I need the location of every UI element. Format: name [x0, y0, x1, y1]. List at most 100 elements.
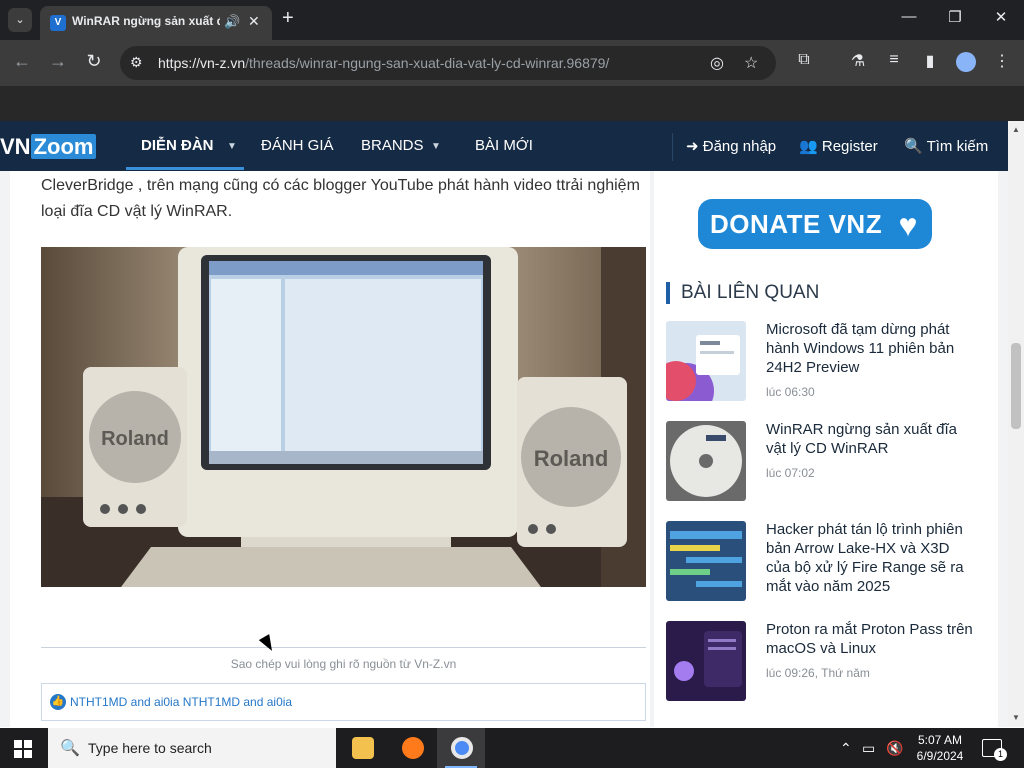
chrome-icon [451, 737, 473, 759]
extensions-puzzle-icon[interactable]: ⧉ [792, 51, 816, 69]
register-link[interactable]: 👥 Register [799, 137, 878, 155]
address-bar[interactable]: ⚙ https://vn-z.vn/threads/winrar-ngung-s… [120, 46, 776, 80]
caption-divider [41, 647, 646, 648]
speaker-icon[interactable]: 🔊 [224, 14, 240, 30]
related-item[interactable]: Hacker phát tán lộ trình phiên bản Arrow… [666, 521, 986, 603]
register-label: Register [821, 138, 878, 155]
brands-caret-icon[interactable]: ▼ [431, 141, 441, 152]
taskbar-search[interactable]: 🔍 Type here to search [48, 728, 336, 768]
forum-caret-icon[interactable]: ▼ [227, 141, 237, 152]
minimize-icon[interactable]: — [897, 8, 921, 25]
reload-icon[interactable]: ↻ [82, 51, 106, 72]
related-thumbnail[interactable] [666, 321, 746, 401]
logo-vn: VN [0, 134, 31, 159]
related-accent-bar [666, 282, 670, 304]
heart-icon: ♥ [898, 207, 918, 243]
search-label: Tìm kiếm [926, 138, 989, 155]
scroll-down-arrow-icon[interactable]: ▼ [1012, 713, 1020, 722]
related-item[interactable]: WinRAR ngừng sản xuất đĩa vật lý CD WinR… [666, 421, 986, 503]
donate-button[interactable]: DONATE VNZ ♥ [698, 199, 932, 249]
tab-search-chevron-icon[interactable]: ⌄ [8, 8, 32, 32]
speaker-left-label: Roland [101, 428, 169, 450]
scroll-up-arrow-icon[interactable]: ▲ [1012, 125, 1020, 134]
site-info-icon[interactable]: ⚙ [130, 54, 143, 71]
page-content: CleverBridge , trên mạng cũng có các blo… [0, 171, 1008, 727]
folder-icon [352, 737, 374, 759]
search-link[interactable]: 🔍 Tìm kiếm [904, 137, 988, 155]
firefox-icon [402, 737, 424, 759]
login-label: Đăng nhập [702, 138, 777, 155]
login-icon: ➜ [686, 138, 699, 155]
browser-tab[interactable]: V WinRAR ngừng sản xuất đĩa vật lý CD Wi… [40, 6, 272, 40]
chevron-up-icon[interactable]: ⌃ [840, 740, 852, 757]
like-icon: 👍 [50, 694, 66, 710]
side-panel-icon[interactable]: ▮ [918, 51, 942, 71]
windows-taskbar: 🔍 Type here to search ⌃ ▭ 🔇 5:07 AM 6/9/… [0, 728, 1024, 768]
vnzoom-logo[interactable]: VN Zoom [0, 134, 97, 160]
back-arrow-icon[interactable]: ← [10, 51, 34, 72]
nav-forum[interactable]: DIỄN ĐÀN [141, 137, 214, 154]
media-queue-icon[interactable]: ≡ [882, 51, 906, 69]
related-thumbnail[interactable] [666, 421, 746, 501]
taskbar-search-placeholder: Type here to search [88, 740, 212, 756]
related-thumbnail[interactable] [666, 521, 746, 601]
source-caption: Sao chép vui lòng ghi rõ nguồn từ Vn-Z.v… [230, 657, 457, 671]
related-time: lúc 07:02 [766, 466, 815, 480]
eye-slash-icon[interactable]: ◎ [710, 53, 724, 73]
notification-badge: 1 [994, 748, 1007, 761]
vnz-favicon-icon: V [50, 15, 66, 31]
related-thumbnail[interactable] [666, 621, 746, 701]
url-path: /threads/winrar-ngung-san-xuat-dia-vat-l… [245, 55, 610, 71]
volume-muted-icon[interactable]: 🔇 [886, 740, 903, 757]
related-item[interactable]: Proton ra mắt Proton Pass trên macOS và … [666, 621, 986, 703]
donate-label: DONATE VNZ [710, 209, 883, 239]
labs-flask-icon[interactable]: ⚗ [846, 51, 870, 71]
browser-toolbar: ← → ↻ ⚙ https://vn-z.vn/threads/winrar-n… [0, 40, 1024, 86]
scroll-thumb[interactable] [1011, 343, 1021, 429]
windows11-thumbnail-image [666, 321, 746, 401]
clock-date: 6/9/2024 [916, 749, 964, 763]
nav-divider [672, 133, 673, 161]
file-explorer-taskbar-button[interactable] [338, 728, 386, 768]
reactions-bar[interactable]: 👍 NTHT1MD and ai0ia NTHT1MD and ai0ia [41, 683, 646, 721]
network-icon[interactable]: ▭ [862, 740, 875, 757]
related-title[interactable]: WinRAR ngừng sản xuất đĩa vật lý CD WinR… [766, 420, 976, 458]
kebab-menu-icon[interactable]: ⋮ [990, 51, 1014, 71]
nav-review[interactable]: ĐÁNH GIÁ [261, 137, 334, 154]
related-title[interactable]: Microsoft đã tạm dừng phát hành Windows … [766, 320, 976, 377]
bookmark-star-icon[interactable]: ☆ [744, 53, 758, 73]
active-nav-underline [126, 167, 244, 170]
article-photo[interactable]: Roland Roland [41, 247, 646, 587]
article-column: CleverBridge , trên mạng cũng có các blo… [10, 171, 650, 727]
chrome-taskbar-button[interactable] [437, 728, 485, 768]
login-link[interactable]: ➜ Đăng nhập [686, 137, 776, 155]
speaker-right-label: Roland [534, 446, 609, 471]
clock-time: 5:07 AM [917, 733, 963, 747]
window-close-icon[interactable]: ✕ [989, 8, 1013, 26]
logo-zoom: Zoom [30, 134, 97, 159]
close-icon[interactable]: ✕ [248, 13, 260, 30]
retro-computer-image: Roland Roland [41, 247, 646, 587]
restore-icon[interactable]: ❐ [943, 8, 967, 26]
page-scrollbar[interactable]: ▲ ▼ [1008, 121, 1024, 727]
windows-start-icon[interactable] [14, 740, 32, 758]
bookmarks-bar [0, 86, 1024, 121]
system-clock[interactable]: 5:07 AM 6/9/2024 [910, 732, 970, 764]
related-item[interactable]: Microsoft đã tạm dừng phát hành Windows … [666, 321, 986, 403]
tab-title: WinRAR ngừng sản xuất đĩa vật lý CD WinR… [72, 14, 220, 28]
nav-brands[interactable]: BRANDS [361, 137, 424, 154]
related-title[interactable]: Proton ra mắt Proton Pass trên macOS và … [766, 620, 976, 658]
nav-new-posts[interactable]: BÀI MỚI [475, 137, 533, 154]
reactions-text[interactable]: NTHT1MD and ai0ia NTHT1MD and ai0ia [70, 695, 292, 709]
roadmap-thumbnail-image [666, 521, 746, 601]
winrar-cd-thumbnail-image [666, 421, 746, 501]
profile-avatar-icon[interactable] [956, 52, 976, 72]
url-domain: https://vn-z.vn [158, 55, 246, 71]
new-tab-plus-icon[interactable]: + [282, 7, 294, 30]
search-icon: 🔍 [904, 138, 923, 155]
forward-arrow-icon[interactable]: → [46, 51, 70, 72]
proton-pass-thumbnail-image [666, 621, 746, 701]
firefox-taskbar-button[interactable] [388, 728, 436, 768]
related-title[interactable]: Hacker phát tán lộ trình phiên bản Arrow… [766, 520, 976, 596]
url-text[interactable]: https://vn-z.vn/threads/winrar-ngung-san… [158, 55, 609, 71]
